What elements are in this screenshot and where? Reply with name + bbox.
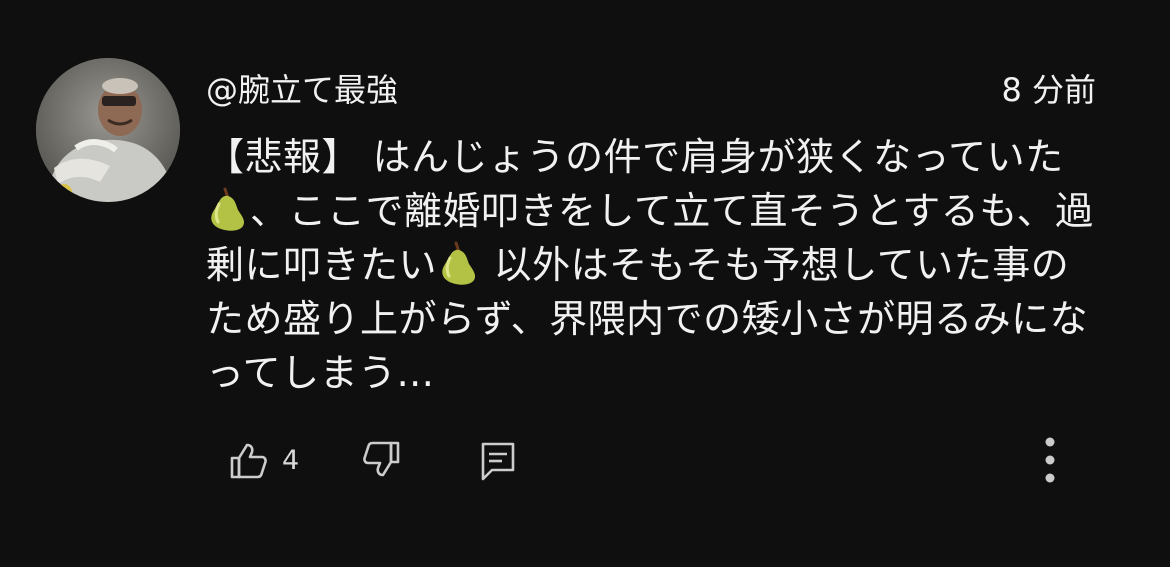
avatar-image [36,58,180,202]
reply-button[interactable] [476,432,520,488]
reply-comment-icon [481,442,515,481]
comment-thread: @腕立て最強 8 分前 【悲報】 はんじょうの件で肩身が狭くなっていた、ここで離… [0,0,1170,567]
thumbs-up-icon [230,443,267,479]
more-vertical-icon [1045,437,1055,483]
comment-timestamp[interactable]: 8 分前 [1001,68,1096,112]
comment-body: 【悲報】 はんじょうの件で肩身が狭くなっていた、ここで離婚叩きをして立て直そうと… [206,130,1106,400]
dislike-button[interactable] [360,432,404,488]
more-actions-button[interactable] [1030,432,1070,488]
like-count: 4 [282,444,300,476]
like-button[interactable]: 4 [226,432,299,488]
pear-emoji [442,241,476,285]
comment-author[interactable]: @腕立て最強 [206,68,398,112]
thumbs-down-icon [363,441,400,477]
comment-body-segment: 【悲報】 はんじょうの件で肩身が狭くなっていた [206,135,1064,179]
pear-emoji [211,187,245,231]
avatar[interactable] [36,58,180,202]
